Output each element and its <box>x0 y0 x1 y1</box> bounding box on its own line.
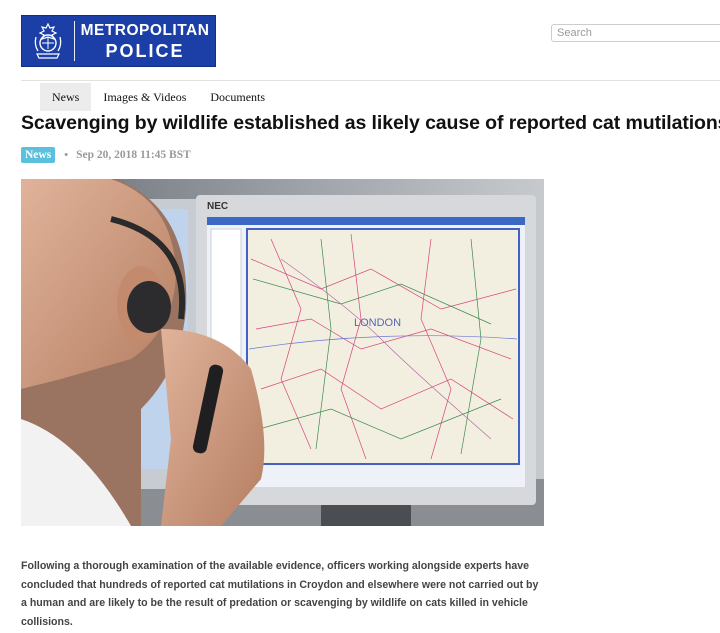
category-badge[interactable]: News <box>21 147 56 163</box>
article-body: Following a thorough examination of the … <box>21 560 539 628</box>
crest-icon <box>22 16 74 66</box>
tab-images-videos[interactable]: Images & Videos <box>91 83 198 111</box>
tab-news[interactable]: News <box>40 83 92 111</box>
article-meta: News • Sep 20, 2018 11:45 BST <box>21 147 191 163</box>
article-photo: NEC LONDON <box>21 179 544 526</box>
monitor-brand: NEC <box>207 201 228 212</box>
logo-line-1: METROPOLITAN <box>80 22 210 39</box>
section-tabs: News Images & Videos Documents <box>40 83 277 111</box>
header-divider <box>21 80 720 81</box>
meta-separator: • <box>64 149 69 161</box>
logo-line-2: POLICE <box>105 41 185 61</box>
article-title: Scavenging by wildlife established as li… <box>21 112 720 134</box>
logo-wordmark: METROPOLITAN POLICE <box>75 20 215 62</box>
met-police-logo[interactable]: METROPOLITAN POLICE <box>21 15 216 67</box>
search-input[interactable] <box>551 24 720 42</box>
tab-documents[interactable]: Documents <box>198 83 277 111</box>
logo-divider <box>74 21 75 61</box>
map-label: LONDON <box>354 317 401 329</box>
publish-date: Sep 20, 2018 11:45 BST <box>76 149 191 161</box>
